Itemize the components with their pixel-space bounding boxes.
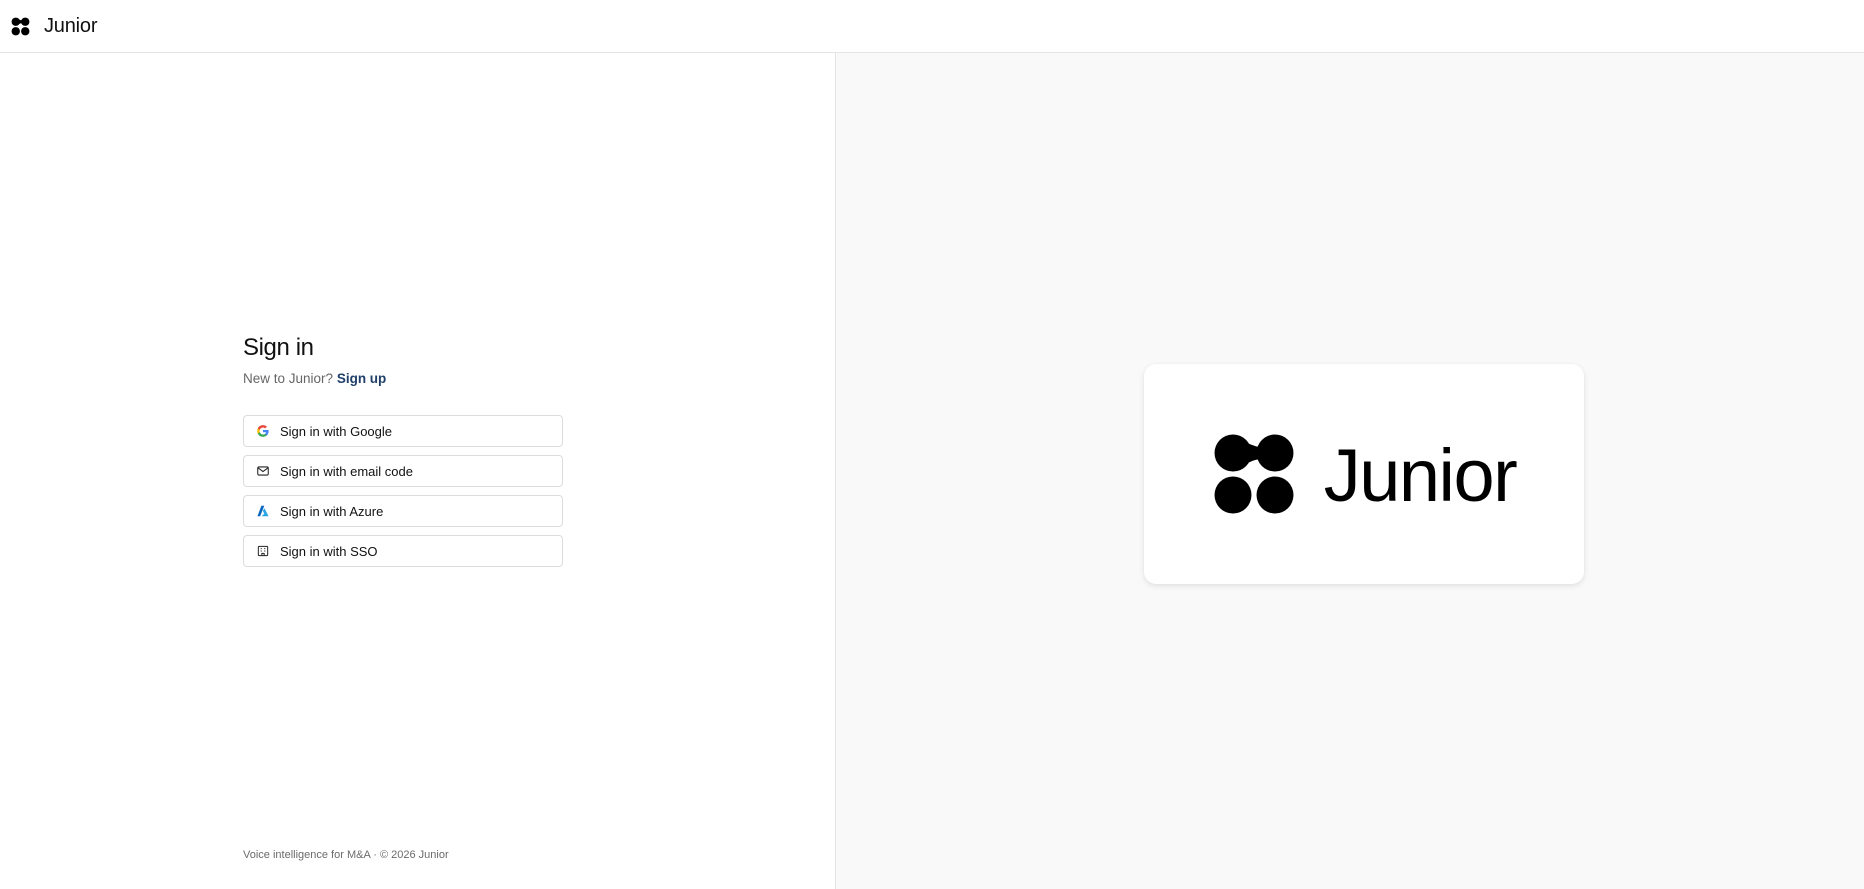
signup-link[interactable]: Sign up bbox=[337, 371, 387, 386]
google-icon bbox=[256, 424, 270, 438]
brand-logo-card: Junior bbox=[1144, 364, 1584, 584]
sso-signin-label: Sign in with SSO bbox=[280, 543, 378, 559]
page-title: Sign in bbox=[243, 334, 314, 361]
junior-logo-mark-icon bbox=[1214, 434, 1294, 514]
new-user-prompt: New to Junior? bbox=[243, 371, 334, 386]
google-signin-button[interactable]: Sign in with Google bbox=[243, 415, 563, 447]
footer-note: Voice intelligence for M&A · © 2026 Juni… bbox=[243, 849, 449, 861]
sso-signin-button[interactable]: Sign in with SSO bbox=[243, 535, 563, 567]
signin-form: Sign in New to Junior? Sign up Sign in w… bbox=[243, 333, 563, 567]
provider-list: Sign in with Google Sign in with email c… bbox=[243, 415, 563, 567]
brand-wordmark: Junior bbox=[1323, 434, 1518, 517]
building-icon bbox=[256, 544, 270, 558]
signup-row: New to Junior? Sign up bbox=[243, 369, 563, 389]
envelope-icon bbox=[256, 464, 270, 478]
brand-showcase-pane: Junior bbox=[836, 53, 1864, 889]
signin-pane: Sign in New to Junior? Sign up Sign in w… bbox=[0, 53, 836, 889]
azure-icon bbox=[256, 504, 270, 518]
top-header: Junior bbox=[0, 0, 1864, 53]
email-code-signin-button[interactable]: Sign in with email code bbox=[243, 455, 563, 487]
brand-logo-link[interactable]: Junior bbox=[11, 6, 97, 46]
junior-logo-mark-icon bbox=[11, 17, 30, 35]
email-code-signin-label: Sign in with email code bbox=[280, 463, 413, 479]
brand-name: Junior bbox=[44, 15, 98, 37]
google-signin-label: Sign in with Google bbox=[280, 423, 393, 439]
azure-signin-button[interactable]: Sign in with Azure bbox=[243, 495, 563, 527]
azure-signin-label: Sign in with Azure bbox=[280, 503, 384, 519]
